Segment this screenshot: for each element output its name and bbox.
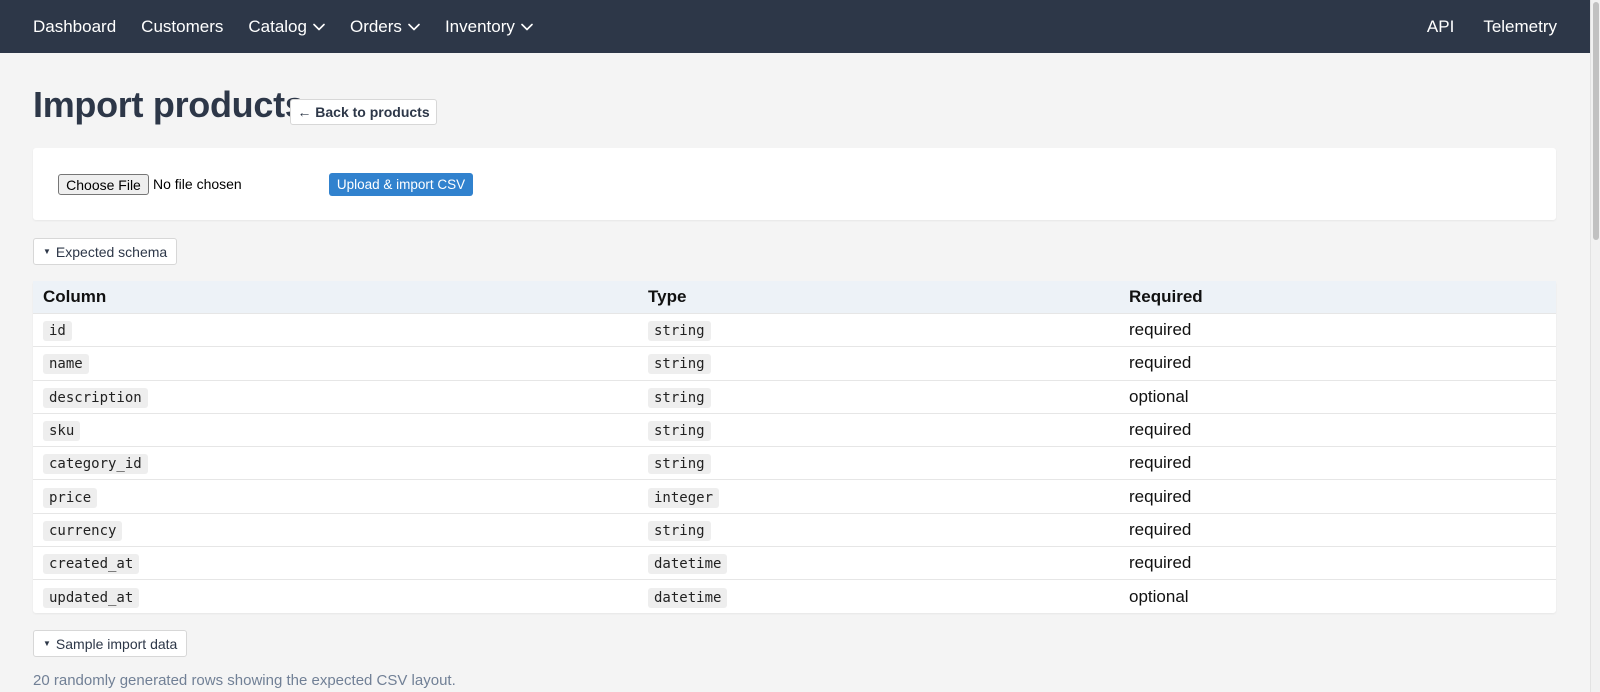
schema-table: Column Type Required id string required nam… [33,281,1556,613]
column-type: datetime [648,554,728,575]
cell-column: currency [33,520,638,541]
table-row: name string required [33,346,1556,379]
nav-item-customers[interactable]: Customers [141,17,223,37]
page-scrollbar[interactable] [1590,0,1600,692]
header-type: Type [648,287,687,306]
table-row: description string optional [33,379,1556,413]
cell-column: category_id [33,453,638,475]
chevron-down-icon [521,23,533,31]
disclosure-triangle-icon: ▼ [43,639,51,648]
nav-item-inventory[interactable]: Inventory [445,17,533,37]
cell-required: optional [1129,586,1189,606]
chevron-down-icon [408,23,420,31]
sample-data-label: Sample import data [55,635,178,652]
cell-required: required [1129,420,1192,440]
column-name: updated_at [43,587,140,608]
nav-item-api[interactable]: API [1427,17,1454,37]
column-type: integer [648,487,720,508]
column-name: created_at [43,554,140,575]
nav-item-label: Inventory [444,16,515,36]
nav-item-label: Dashboard [33,16,117,36]
cell-required: required [1129,453,1192,473]
nav-item-label: Telemetry [1483,16,1557,36]
nav-item-catalog[interactable]: Catalog [248,17,325,37]
table-row: currency string required [33,512,1556,546]
nav-left: Dashboard Customers Catalog Orders Inventory [33,17,558,37]
column-type: string [648,387,711,408]
header-column: Column [43,287,107,306]
sample-data-toggle[interactable]: ▼ Sample import data [33,630,188,657]
cell-required: required [1129,553,1192,573]
cell-type: integer [638,487,1119,508]
cell-required: required [1129,320,1192,340]
nav-item-label: API [1426,16,1455,36]
cell-type: string [638,320,1119,342]
cell-required: required [1129,486,1192,506]
choose-file-button[interactable]: Choose File [58,174,149,195]
cell-required: required [1129,353,1192,373]
nav-item-dashboard[interactable]: Dashboard [33,17,116,37]
cell-required: required [1129,519,1192,539]
header-required: Required [1129,287,1203,306]
sample-helper-text: 20 randomly generated rows showing the e… [33,672,456,689]
cell-column: sku [33,420,638,442]
upload-card: Choose File No file chosen Upload & impo… [33,148,1556,220]
cell-required: optional [1129,386,1189,406]
expected-schema-label: Expected schema [55,243,168,260]
table-row: sku string required [33,412,1556,446]
cell-type: datetime [638,553,1119,575]
nav-item-label: Orders [349,16,402,36]
table-row: updated_at datetime optional [33,579,1556,612]
upload-import-button[interactable]: Upload & import CSV [329,173,473,196]
column-type: string [648,321,711,342]
nav-right: API Telemetry [1398,17,1557,37]
chevron-down-icon [313,23,325,31]
cell-column: name [33,353,638,375]
nav-item-orders[interactable]: Orders [350,17,420,37]
file-status-text: No file chosen [153,176,242,192]
cell-type: string [638,420,1119,442]
column-type: datetime [648,587,728,608]
nav-item-label: Catalog [248,16,307,36]
column-name: price [43,487,98,508]
table-row: created_at datetime required [33,546,1556,579]
table-row: category_id string required [33,446,1556,479]
nav-item-telemetry[interactable]: Telemetry [1483,17,1557,37]
back-to-products-button[interactable]: ← Back to products [290,99,437,125]
column-name: sku [43,421,81,442]
column-name: name [43,354,89,375]
column-name: description [43,387,148,408]
cell-column: description [33,387,638,408]
table-row: id string required [33,313,1556,346]
cell-type: string [638,387,1119,408]
column-type: string [648,454,711,475]
expected-schema-toggle[interactable]: ▼ Expected schema [33,238,178,265]
top-nav: Dashboard Customers Catalog Orders Inventory… [0,0,1590,53]
cell-column: price [33,487,638,508]
column-name: category_id [43,454,148,475]
cell-type: string [638,353,1119,375]
scrollbar-thumb[interactable] [1593,2,1599,240]
cell-type: datetime [638,587,1119,608]
nav-item-label: Customers [141,16,224,36]
cell-column: created_at [33,553,638,575]
column-type: string [648,520,711,541]
column-type: string [648,421,711,442]
table-row: price integer required [33,479,1556,512]
page-title: Import products [33,84,305,125]
cell-type: string [638,520,1119,541]
schema-table-header: Column Type Required [33,281,1556,313]
schema-table-body: id string required name string required descri… [33,313,1556,613]
column-name: currency [43,520,123,541]
column-type: string [648,354,711,375]
cell-column: id [33,320,638,342]
column-name: id [43,321,72,342]
cell-column: updated_at [33,587,638,608]
cell-type: string [638,453,1119,475]
disclosure-triangle-icon: ▼ [43,247,51,256]
